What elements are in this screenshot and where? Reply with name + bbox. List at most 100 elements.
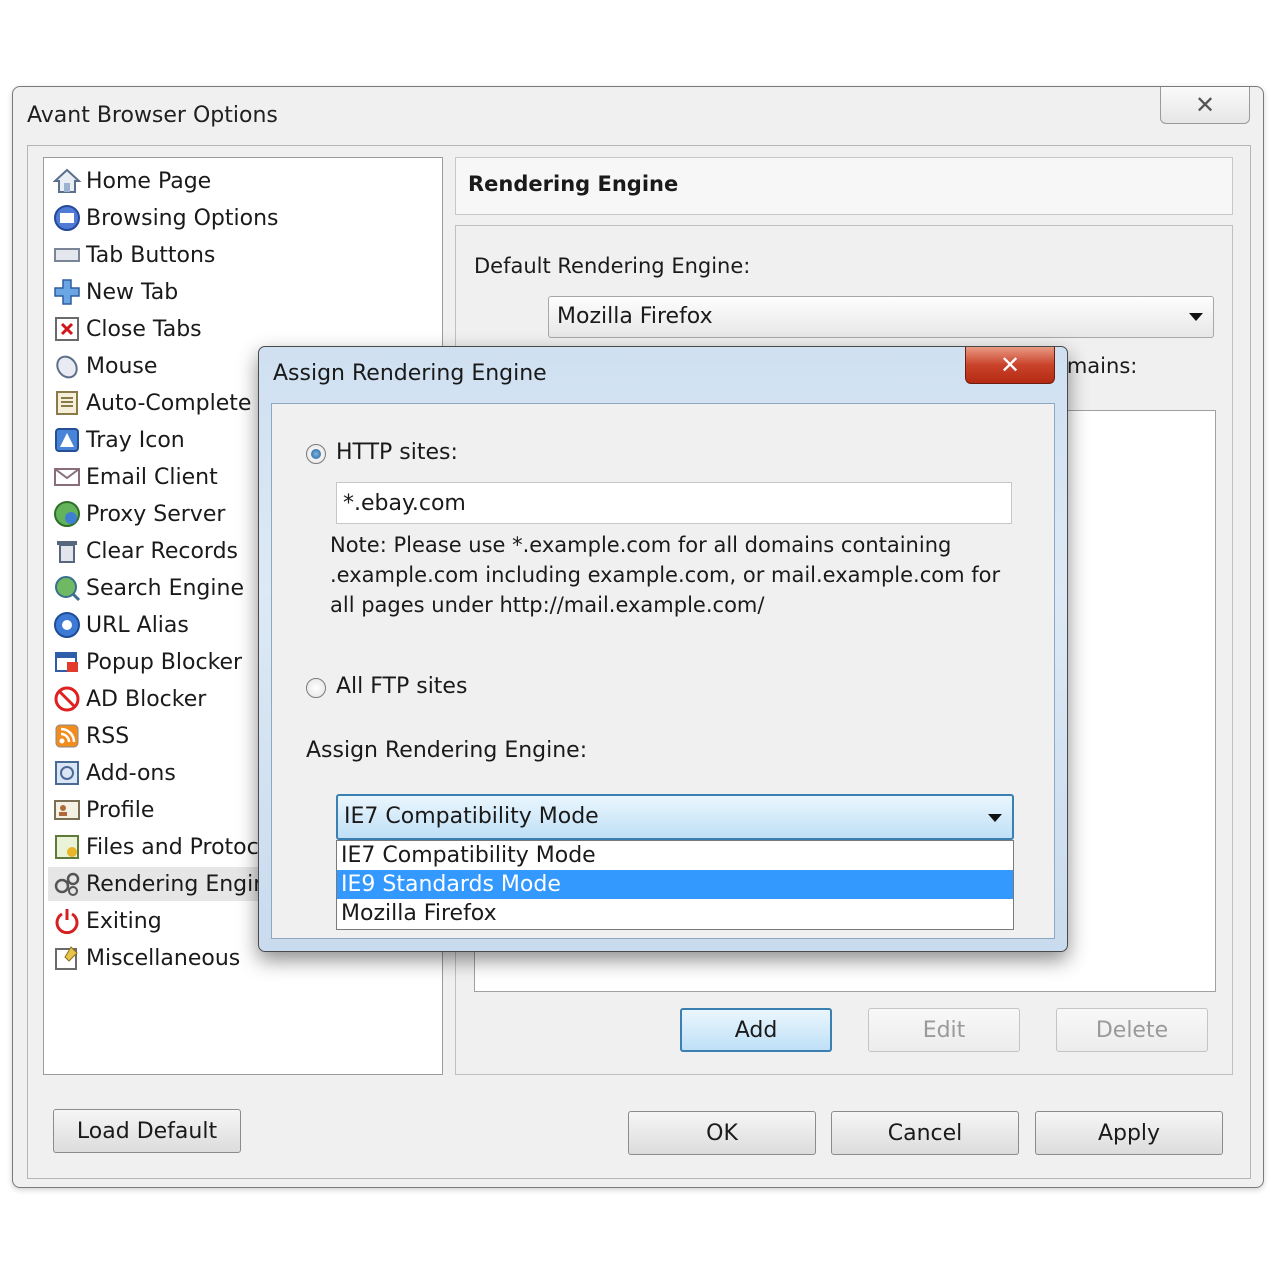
- search-globe-icon: [52, 573, 82, 603]
- sidebar-item-new-tab[interactable]: New Tab: [52, 275, 178, 309]
- sidebar-item-label: Exiting: [86, 908, 162, 934]
- dropdown-option-ie7[interactable]: IE7 Compatibility Mode: [337, 841, 1013, 870]
- close-tab-icon: [52, 314, 82, 344]
- ftp-sites-radio[interactable]: [306, 678, 326, 698]
- dropdown-option-ie9[interactable]: IE9 Standards Mode: [337, 870, 1013, 899]
- url-alias-icon: [52, 610, 82, 640]
- sidebar-item-label: Auto-Complete: [86, 390, 252, 416]
- apply-button[interactable]: Apply: [1035, 1111, 1223, 1155]
- sidebar-item-label: AD Blocker: [86, 686, 207, 712]
- profile-icon: [52, 795, 82, 825]
- engine-dropdown-list: IE7 Compatibility Mode IE9 Standards Mod…: [336, 840, 1014, 930]
- ftp-sites-label: All FTP sites: [336, 674, 468, 699]
- sidebar-item-mouse[interactable]: Mouse: [52, 349, 157, 383]
- http-sites-radio[interactable]: [306, 444, 326, 464]
- no-sign-icon: [52, 684, 82, 714]
- sidebar-item-exiting[interactable]: Exiting: [52, 904, 162, 938]
- sidebar-item-tray-icon[interactable]: Tray Icon: [52, 423, 185, 457]
- sidebar-item-url-alias[interactable]: URL Alias: [52, 608, 189, 642]
- ok-button[interactable]: OK: [628, 1111, 816, 1155]
- sidebar-item-close-tabs[interactable]: Close Tabs: [52, 312, 202, 346]
- sidebar-item-add-ons[interactable]: Add-ons: [52, 756, 176, 790]
- sidebar-item-popup-blocker[interactable]: Popup Blocker: [52, 645, 242, 679]
- sidebar-item-label: Email Client: [86, 464, 218, 490]
- cancel-button[interactable]: Cancel: [831, 1111, 1019, 1155]
- sidebar-item-search-engine[interactable]: Search Engine: [52, 571, 244, 605]
- sidebar-item-ad-blocker[interactable]: AD Blocker: [52, 682, 206, 716]
- sidebar-item-label: RSS: [86, 723, 130, 749]
- browsing-options-icon: [52, 203, 82, 233]
- files-icon: [52, 832, 82, 862]
- sidebar-item-auto-complete[interactable]: Auto-Complete: [52, 386, 251, 420]
- sidebar-item-proxy-server[interactable]: Proxy Server: [52, 497, 225, 531]
- rss-icon: [52, 721, 82, 751]
- assign-engine-label: Assign Rendering Engine:: [306, 738, 588, 763]
- sidebar-item-label: New Tab: [86, 279, 179, 305]
- sidebar-item-files-and-protocols[interactable]: Files and Protoc: [52, 830, 259, 864]
- sidebar-item-label: Profile: [86, 797, 155, 823]
- sidebar-item-home-page[interactable]: Home Page: [52, 164, 211, 198]
- assign-engine-select[interactable]: IE7 Compatibility Mode: [336, 794, 1014, 840]
- sidebar-item-tab-buttons[interactable]: Tab Buttons: [52, 238, 215, 272]
- sidebar-item-email-client[interactable]: Email Client: [52, 460, 218, 494]
- tab-buttons-icon: [52, 240, 82, 270]
- http-sites-input[interactable]: *.ebay.com: [336, 482, 1012, 524]
- assign-engine-value: IE7 Compatibility Mode: [344, 804, 599, 829]
- add-button[interactable]: Add: [680, 1008, 832, 1052]
- sidebar-item-label: Add-ons: [86, 760, 176, 786]
- note-text: Note: Please use *.example.com for all d…: [330, 533, 1001, 617]
- panel-title: Rendering Engine: [468, 172, 679, 196]
- default-engine-value: Mozilla Firefox: [557, 304, 713, 329]
- default-engine-label: Default Rendering Engine:: [474, 254, 751, 278]
- window-close-button[interactable]: ✕: [1160, 87, 1250, 124]
- sidebar-item-label: Rendering Engin: [86, 871, 268, 897]
- sidebar-item-label: Mouse: [86, 353, 158, 379]
- power-icon: [52, 906, 82, 936]
- sidebar-item-label: URL Alias: [86, 612, 189, 638]
- mouse-icon: [52, 351, 82, 381]
- sidebar-item-rss[interactable]: RSS: [52, 719, 129, 753]
- sidebar-item-profile[interactable]: Profile: [52, 793, 154, 827]
- load-default-button[interactable]: Load Default: [53, 1109, 241, 1153]
- panel-header: Rendering Engine: [455, 157, 1233, 215]
- http-sites-label: HTTP sites:: [336, 440, 458, 465]
- close-icon: ✕: [1194, 91, 1216, 119]
- globe-icon: [52, 499, 82, 529]
- sidebar-item-label: Files and Protoc: [86, 834, 259, 860]
- window-title: Avant Browser Options: [27, 103, 278, 128]
- home-icon: [52, 166, 82, 196]
- dialog-close-button[interactable]: ✕: [965, 347, 1055, 384]
- trash-icon: [52, 536, 82, 566]
- default-engine-select[interactable]: Mozilla Firefox: [548, 296, 1214, 338]
- sidebar-item-label: Popup Blocker: [86, 649, 243, 675]
- http-sites-value: *.ebay.com: [343, 491, 466, 516]
- dialog-title: Assign Rendering Engine: [273, 361, 547, 386]
- sidebar-item-label: Tray Icon: [86, 427, 185, 453]
- add-ons-icon: [52, 758, 82, 788]
- delete-button[interactable]: Delete: [1056, 1008, 1208, 1052]
- dialog-content: HTTP sites: *.ebay.com Note: Please use …: [271, 403, 1055, 939]
- sidebar-item-clear-records[interactable]: Clear Records: [52, 534, 238, 568]
- sidebar-item-label: Close Tabs: [86, 316, 202, 342]
- tray-icon: [52, 425, 82, 455]
- envelope-icon: [52, 462, 82, 492]
- popup-blocker-icon: [52, 647, 82, 677]
- auto-complete-icon: [52, 388, 82, 418]
- plus-icon: [52, 277, 82, 307]
- sidebar-item-label: Clear Records: [86, 538, 239, 564]
- sidebar-item-label: Search Engine: [86, 575, 244, 601]
- dropdown-option-firefox[interactable]: Mozilla Firefox: [337, 899, 1013, 928]
- close-icon: ✕: [999, 351, 1021, 379]
- sidebar-item-label: Tab Buttons: [86, 242, 216, 268]
- sidebar-item-label: Home Page: [86, 168, 212, 194]
- sidebar-item-miscellaneous[interactable]: Miscellaneous: [52, 941, 240, 975]
- chevron-down-icon: [988, 814, 1002, 822]
- sidebar-item-label: Proxy Server: [86, 501, 226, 527]
- edit-button[interactable]: Edit: [868, 1008, 1020, 1052]
- assign-rendering-engine-dialog: Assign Rendering Engine ✕ HTTP sites: *.…: [258, 346, 1068, 952]
- sidebar-item-label: Miscellaneous: [86, 945, 241, 971]
- misc-icon: [52, 943, 82, 973]
- gears-icon: [52, 869, 82, 899]
- sidebar-item-browsing-options[interactable]: Browsing Options: [52, 201, 278, 235]
- chevron-down-icon: [1189, 313, 1203, 321]
